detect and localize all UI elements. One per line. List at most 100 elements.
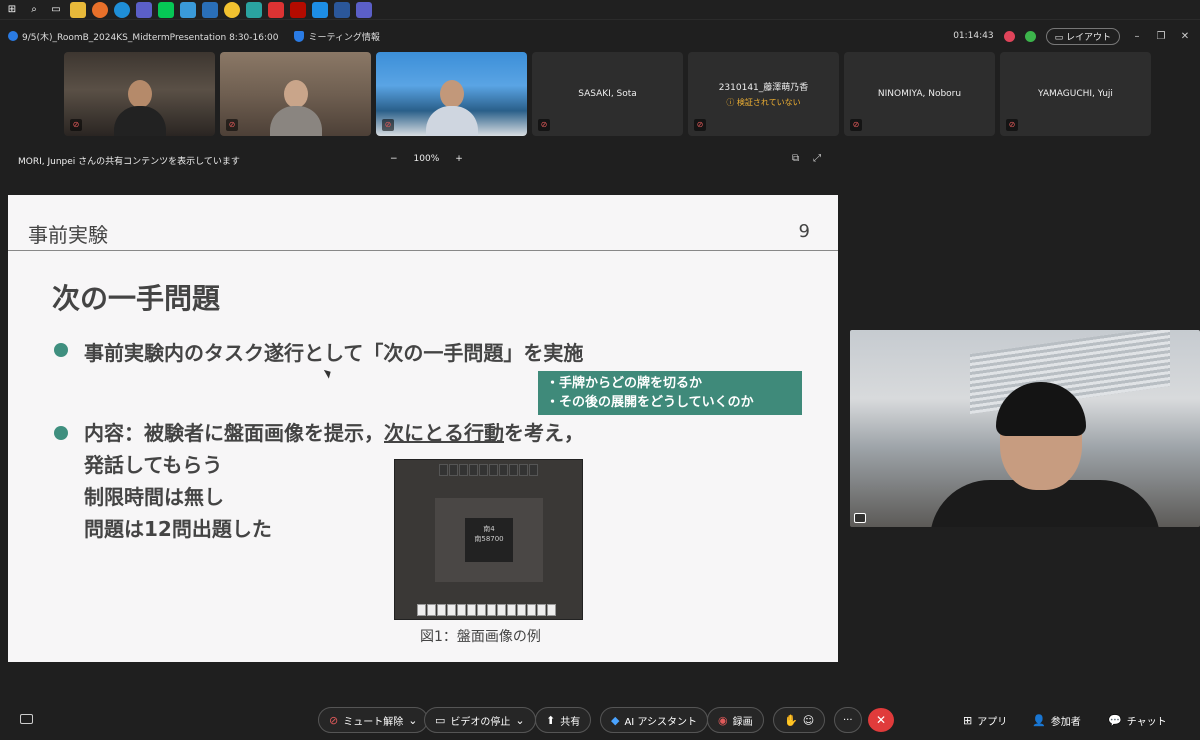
app-icon[interactable] bbox=[180, 1, 196, 18]
acrobat-icon[interactable] bbox=[290, 1, 306, 18]
participant-tile-7[interactable]: YAMAGUCHI, Yuji ⊘ bbox=[1000, 52, 1151, 136]
meeting-titlebar: 9/5(木)_RoomB_2024KS_MidtermPresentation … bbox=[0, 24, 1200, 48]
chrome-icon[interactable] bbox=[224, 1, 240, 18]
slide-heading: 次の一手問題 bbox=[52, 282, 221, 315]
minimize-icon[interactable]: – bbox=[1130, 31, 1144, 42]
mic-muted-icon: ⊘ bbox=[694, 119, 706, 131]
stop-video-label: ビデオの停止 bbox=[450, 716, 511, 728]
participant-tile-2[interactable]: ⊘ bbox=[220, 52, 371, 136]
chevron-down-icon[interactable]: ⌄ bbox=[515, 714, 524, 727]
participant-name: SASAKI, Sota bbox=[578, 89, 637, 99]
participants-button[interactable]: 👤 参加者 bbox=[1032, 713, 1081, 728]
windows-icon[interactable]: ⊞ bbox=[4, 2, 20, 18]
share-info-bar: MORI, Junpei さんの共有コンテンツを表示しています − 100% +… bbox=[0, 150, 840, 170]
active-speaker-video[interactable] bbox=[850, 330, 1200, 527]
meeting-info-label: ミーティング情報 bbox=[308, 32, 380, 43]
meeting-timer: 01:14:43 bbox=[953, 31, 994, 41]
unverified-status: ⓘ 検証されていない bbox=[726, 98, 801, 107]
mic-muted-icon: ⊘ bbox=[70, 119, 82, 131]
pdf-icon[interactable] bbox=[268, 1, 284, 18]
meeting-info-button[interactable]: ミーティング情報 bbox=[294, 30, 380, 43]
slide-page-number: 9 bbox=[798, 221, 810, 242]
mic-muted-icon: ⊘ bbox=[1006, 119, 1018, 131]
bullet-2-underline: 次にとる行動 bbox=[384, 421, 504, 445]
self-view-icon[interactable] bbox=[854, 513, 866, 523]
close-icon[interactable]: ✕ bbox=[1178, 31, 1192, 42]
layout-label: レイアウト bbox=[1065, 32, 1111, 43]
board-round: 南4 bbox=[483, 525, 495, 533]
share-button[interactable]: ⬆ 共有 bbox=[535, 707, 592, 733]
os-taskbar: ⊞ ⌕ ▭ bbox=[0, 0, 1200, 20]
shared-slide: 事前実験 9 次の一手問題 事前実験内のタスク遂行として「次の一手問題」を実施 … bbox=[8, 195, 838, 662]
chat-label: チャット bbox=[1126, 717, 1167, 728]
unmute-label: ミュート解除 bbox=[343, 716, 404, 728]
unmute-button[interactable]: ⊘ ミュート解除 ⌄ bbox=[318, 707, 429, 733]
search-icon[interactable]: ⌕ bbox=[26, 2, 42, 18]
apps-button[interactable]: ⊞ アプリ bbox=[963, 713, 1007, 728]
slide-header: 事前実験 9 bbox=[8, 195, 838, 251]
participant-name: YAMAGUCHI, Yuji bbox=[1038, 89, 1113, 99]
record-label: 録画 bbox=[732, 716, 753, 728]
ai-assistant-button[interactable]: ◆ AI アシスタント bbox=[600, 707, 709, 733]
participant-tile-3[interactable]: ⊘ bbox=[376, 52, 527, 136]
mic-off-icon: ⊘ bbox=[329, 713, 339, 727]
zoom-level: 100% bbox=[413, 154, 440, 164]
participant-strip: ⊘ ⊘ ⊘ SASAKI, Sota ⊘ 2310141_藤澤萌乃香 ⓘ 検証さ… bbox=[64, 52, 1151, 136]
chat-button[interactable]: 💬 チャット bbox=[1108, 713, 1167, 728]
bullet-dot-icon bbox=[54, 343, 68, 357]
participant-name: NINOMIYA, Noboru bbox=[877, 89, 962, 99]
restore-icon[interactable]: ❐ bbox=[1154, 31, 1168, 42]
zoom-out-button[interactable]: − bbox=[390, 154, 398, 164]
ai-assistant-label: AI アシスタント bbox=[624, 716, 698, 728]
participant-tile-4[interactable]: SASAKI, Sota ⊘ bbox=[532, 52, 683, 136]
bullet-2-post: を考え， bbox=[504, 421, 584, 445]
sharing-label: MORI, Junpei さんの共有コンテンツを表示しています bbox=[18, 157, 240, 167]
app-icon[interactable] bbox=[246, 1, 262, 18]
stop-video-button[interactable]: ▭ ビデオの停止 ⌄ bbox=[424, 707, 536, 733]
more-options-button[interactable]: ··· bbox=[834, 707, 862, 733]
mic-muted-icon: ⊘ bbox=[382, 119, 394, 131]
teams-icon[interactable] bbox=[356, 1, 372, 18]
leave-meeting-button[interactable]: ✕ bbox=[868, 708, 894, 732]
participant-video bbox=[266, 76, 326, 136]
people-icon: 👤 bbox=[1032, 714, 1046, 727]
webex-icon[interactable] bbox=[312, 1, 328, 18]
app-icon[interactable] bbox=[202, 1, 218, 18]
tile-row-hand bbox=[417, 604, 556, 616]
board-center-panel: 南4 南58700 bbox=[465, 518, 513, 562]
firefox-icon[interactable] bbox=[92, 1, 108, 18]
recording-icon bbox=[1003, 30, 1015, 42]
apps-label: アプリ bbox=[977, 717, 1008, 728]
layout-button[interactable]: ▭ レイアウト bbox=[1045, 27, 1120, 45]
emoji-icon[interactable]: ☺ bbox=[803, 714, 814, 727]
bullet-2-pre: 内容：被験者に盤面画像を提示， bbox=[84, 421, 384, 445]
reactions-button[interactable]: ✋ ☺ bbox=[773, 707, 826, 733]
fullscreen-icon[interactable]: ⤢ bbox=[813, 153, 821, 164]
line-icon[interactable] bbox=[158, 1, 174, 18]
record-button[interactable]: ◉ 録画 bbox=[707, 707, 764, 733]
record-icon: ◉ bbox=[718, 713, 728, 727]
captions-icon[interactable] bbox=[20, 714, 33, 724]
security-icon bbox=[1024, 30, 1036, 42]
participant-tile-1[interactable]: ⊘ bbox=[64, 52, 215, 136]
raise-hand-icon[interactable]: ✋ bbox=[784, 714, 798, 727]
apps-icon: ⊞ bbox=[963, 714, 973, 727]
chevron-down-icon[interactable]: ⌄ bbox=[408, 714, 417, 727]
explorer-icon[interactable] bbox=[70, 1, 86, 18]
participant-tile-5[interactable]: 2310141_藤澤萌乃香 ⓘ 検証されていない ⊘ bbox=[688, 52, 839, 136]
mic-muted-icon: ⊘ bbox=[850, 119, 862, 131]
participant-video bbox=[422, 76, 482, 136]
video-camera-icon: ▭ bbox=[435, 713, 446, 727]
bullet-dot-icon bbox=[54, 426, 68, 440]
popout-icon[interactable]: ⧉ bbox=[792, 153, 799, 164]
edge-icon[interactable] bbox=[114, 1, 130, 18]
tile-row-top bbox=[439, 464, 538, 476]
participant-tile-6[interactable]: NINOMIYA, Noboru ⊘ bbox=[844, 52, 995, 136]
word-icon[interactable] bbox=[334, 1, 350, 18]
zoom-in-button[interactable]: + bbox=[455, 154, 463, 164]
task-view-icon[interactable]: ▭ bbox=[48, 2, 64, 18]
meeting-title: 9/5(木)_RoomB_2024KS_MidtermPresentation … bbox=[22, 32, 279, 43]
participant-name: 2310141_藤澤萌乃香 bbox=[718, 83, 809, 93]
participants-label: 参加者 bbox=[1050, 717, 1081, 728]
teams-icon[interactable] bbox=[136, 1, 152, 18]
